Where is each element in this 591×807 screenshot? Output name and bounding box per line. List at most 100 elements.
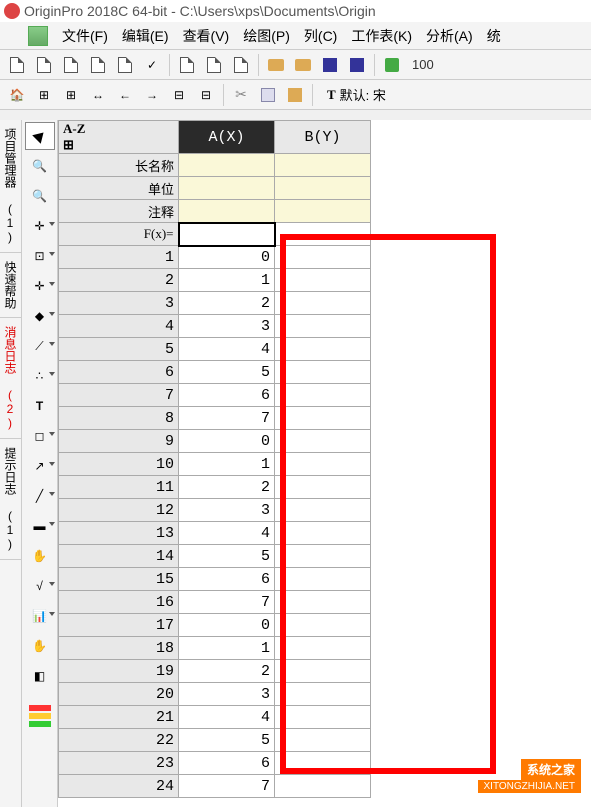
menu-edit[interactable]: 编辑(E) bbox=[116, 23, 175, 49]
meta-cell[interactable] bbox=[275, 154, 371, 177]
data-cell[interactable]: 4 bbox=[179, 522, 275, 545]
row-number[interactable]: 6 bbox=[59, 361, 179, 384]
row-number[interactable]: 21 bbox=[59, 706, 179, 729]
data-cell[interactable]: 3 bbox=[179, 499, 275, 522]
row-number[interactable]: 8 bbox=[59, 407, 179, 430]
region-tool[interactable]: ∴ bbox=[25, 362, 55, 390]
new-excel-button[interactable] bbox=[174, 52, 200, 78]
data-cell[interactable] bbox=[275, 614, 371, 637]
data-selector-tool[interactable]: ◆ bbox=[25, 302, 55, 330]
color-palette[interactable] bbox=[25, 702, 55, 730]
data-cell[interactable] bbox=[275, 476, 371, 499]
data-cell[interactable] bbox=[275, 430, 371, 453]
menu-plot[interactable]: 绘图(P) bbox=[237, 23, 296, 49]
side-tab-quick-help[interactable]: 快速帮助 bbox=[0, 253, 21, 318]
pointer-tool[interactable] bbox=[25, 122, 55, 150]
data-grid[interactable]: A-Z⊞ A(X) B(Y) 长名称 单位 注释 F(x)= 102132435… bbox=[58, 120, 371, 798]
new-workbook-button[interactable] bbox=[58, 52, 84, 78]
data-cell[interactable] bbox=[275, 775, 371, 798]
data-cell[interactable]: 5 bbox=[179, 545, 275, 568]
3d-tool[interactable]: ◧ bbox=[25, 662, 55, 690]
data-cell[interactable]: 5 bbox=[179, 729, 275, 752]
fx-cell-selected[interactable] bbox=[179, 223, 275, 246]
open-button[interactable] bbox=[263, 52, 289, 78]
data-cell[interactable]: 1 bbox=[179, 453, 275, 476]
new-folder-button[interactable] bbox=[31, 52, 57, 78]
data-cell[interactable]: 5 bbox=[179, 361, 275, 384]
move-right-button[interactable]: → bbox=[139, 82, 165, 108]
side-tab-hint-log[interactable]: 提示日志 (1) bbox=[0, 439, 21, 560]
stack-columns-button[interactable]: ⊞ bbox=[58, 82, 84, 108]
data-cell[interactable] bbox=[275, 545, 371, 568]
column-header-b[interactable]: B(Y) bbox=[275, 121, 371, 154]
meta-cell[interactable] bbox=[179, 154, 275, 177]
row-number[interactable]: 9 bbox=[59, 430, 179, 453]
arrow-tool[interactable]: ↗ bbox=[25, 452, 55, 480]
rectangle-tool[interactable]: ▬ bbox=[25, 512, 55, 540]
row-number[interactable]: 5 bbox=[59, 338, 179, 361]
chart-tool[interactable]: 📊 bbox=[25, 602, 55, 630]
data-cell[interactable] bbox=[275, 752, 371, 775]
add-columns-button[interactable]: ⊞ bbox=[31, 82, 57, 108]
data-cell[interactable] bbox=[275, 361, 371, 384]
zoom-out-tool[interactable]: 🔍 bbox=[25, 182, 55, 210]
row-number[interactable]: 17 bbox=[59, 614, 179, 637]
data-cell[interactable]: 3 bbox=[179, 315, 275, 338]
data-cell[interactable]: 2 bbox=[179, 660, 275, 683]
data-cell[interactable]: 1 bbox=[179, 269, 275, 292]
meta-fx-label[interactable]: F(x)= bbox=[59, 223, 179, 246]
data-cell[interactable] bbox=[275, 591, 371, 614]
math-tool[interactable]: √ bbox=[25, 572, 55, 600]
hand-tool[interactable]: ✋ bbox=[25, 542, 55, 570]
meta-longname-label[interactable]: 长名称 bbox=[59, 154, 179, 177]
data-cell[interactable] bbox=[275, 315, 371, 338]
menu-view[interactable]: 查看(V) bbox=[177, 23, 236, 49]
font-selector[interactable]: T 默认: 宋 bbox=[323, 83, 390, 106]
meta-cell[interactable] bbox=[275, 177, 371, 200]
import-wizard-button[interactable]: 🏠 bbox=[4, 82, 30, 108]
data-cell[interactable] bbox=[275, 269, 371, 292]
row-number[interactable]: 3 bbox=[59, 292, 179, 315]
zoom-in-tool[interactable]: 🔍 bbox=[25, 152, 55, 180]
row-number[interactable]: 22 bbox=[59, 729, 179, 752]
row-number[interactable]: 14 bbox=[59, 545, 179, 568]
data-cell[interactable] bbox=[275, 338, 371, 361]
data-cell[interactable]: 1 bbox=[179, 637, 275, 660]
row-number[interactable]: 19 bbox=[59, 660, 179, 683]
append-button[interactable]: ⊟ bbox=[193, 82, 219, 108]
line-tool[interactable]: ╱ bbox=[25, 482, 55, 510]
data-cell[interactable]: 6 bbox=[179, 752, 275, 775]
worksheet[interactable]: A-Z⊞ A(X) B(Y) 长名称 单位 注释 F(x)= 102132435… bbox=[58, 120, 591, 807]
row-number[interactable]: 1 bbox=[59, 246, 179, 269]
row-number[interactable]: 15 bbox=[59, 568, 179, 591]
data-cell[interactable]: 2 bbox=[179, 292, 275, 315]
data-cell[interactable]: 4 bbox=[179, 706, 275, 729]
data-cell[interactable]: 4 bbox=[179, 338, 275, 361]
menu-worksheet[interactable]: 工作表(K) bbox=[345, 23, 418, 49]
cut-button[interactable]: ✂ bbox=[228, 82, 254, 108]
new-notes-button[interactable] bbox=[201, 52, 227, 78]
data-cell[interactable] bbox=[275, 660, 371, 683]
data-cell[interactable] bbox=[275, 522, 371, 545]
data-cell[interactable]: 0 bbox=[179, 246, 275, 269]
side-tab-message-log[interactable]: 消息日志 (2) bbox=[0, 318, 21, 439]
meta-cell[interactable] bbox=[275, 200, 371, 223]
data-cell[interactable]: 6 bbox=[179, 568, 275, 591]
row-number[interactable]: 12 bbox=[59, 499, 179, 522]
data-cell[interactable] bbox=[275, 292, 371, 315]
row-number[interactable]: 4 bbox=[59, 315, 179, 338]
annotation-tool[interactable]: ◻ bbox=[25, 422, 55, 450]
save-template-button[interactable] bbox=[344, 52, 370, 78]
menu-analysis[interactable]: 分析(A) bbox=[420, 23, 479, 49]
data-cell[interactable] bbox=[275, 407, 371, 430]
meta-units-label[interactable]: 单位 bbox=[59, 177, 179, 200]
row-number[interactable]: 23 bbox=[59, 752, 179, 775]
move-left-button[interactable]: ← bbox=[112, 82, 138, 108]
data-cell[interactable]: 2 bbox=[179, 476, 275, 499]
data-cell[interactable] bbox=[275, 568, 371, 591]
data-cell[interactable]: 0 bbox=[179, 430, 275, 453]
text-tool[interactable]: T bbox=[25, 392, 55, 420]
data-cell[interactable] bbox=[275, 683, 371, 706]
menu-column[interactable]: 列(C) bbox=[298, 23, 343, 49]
data-cell[interactable] bbox=[275, 453, 371, 476]
